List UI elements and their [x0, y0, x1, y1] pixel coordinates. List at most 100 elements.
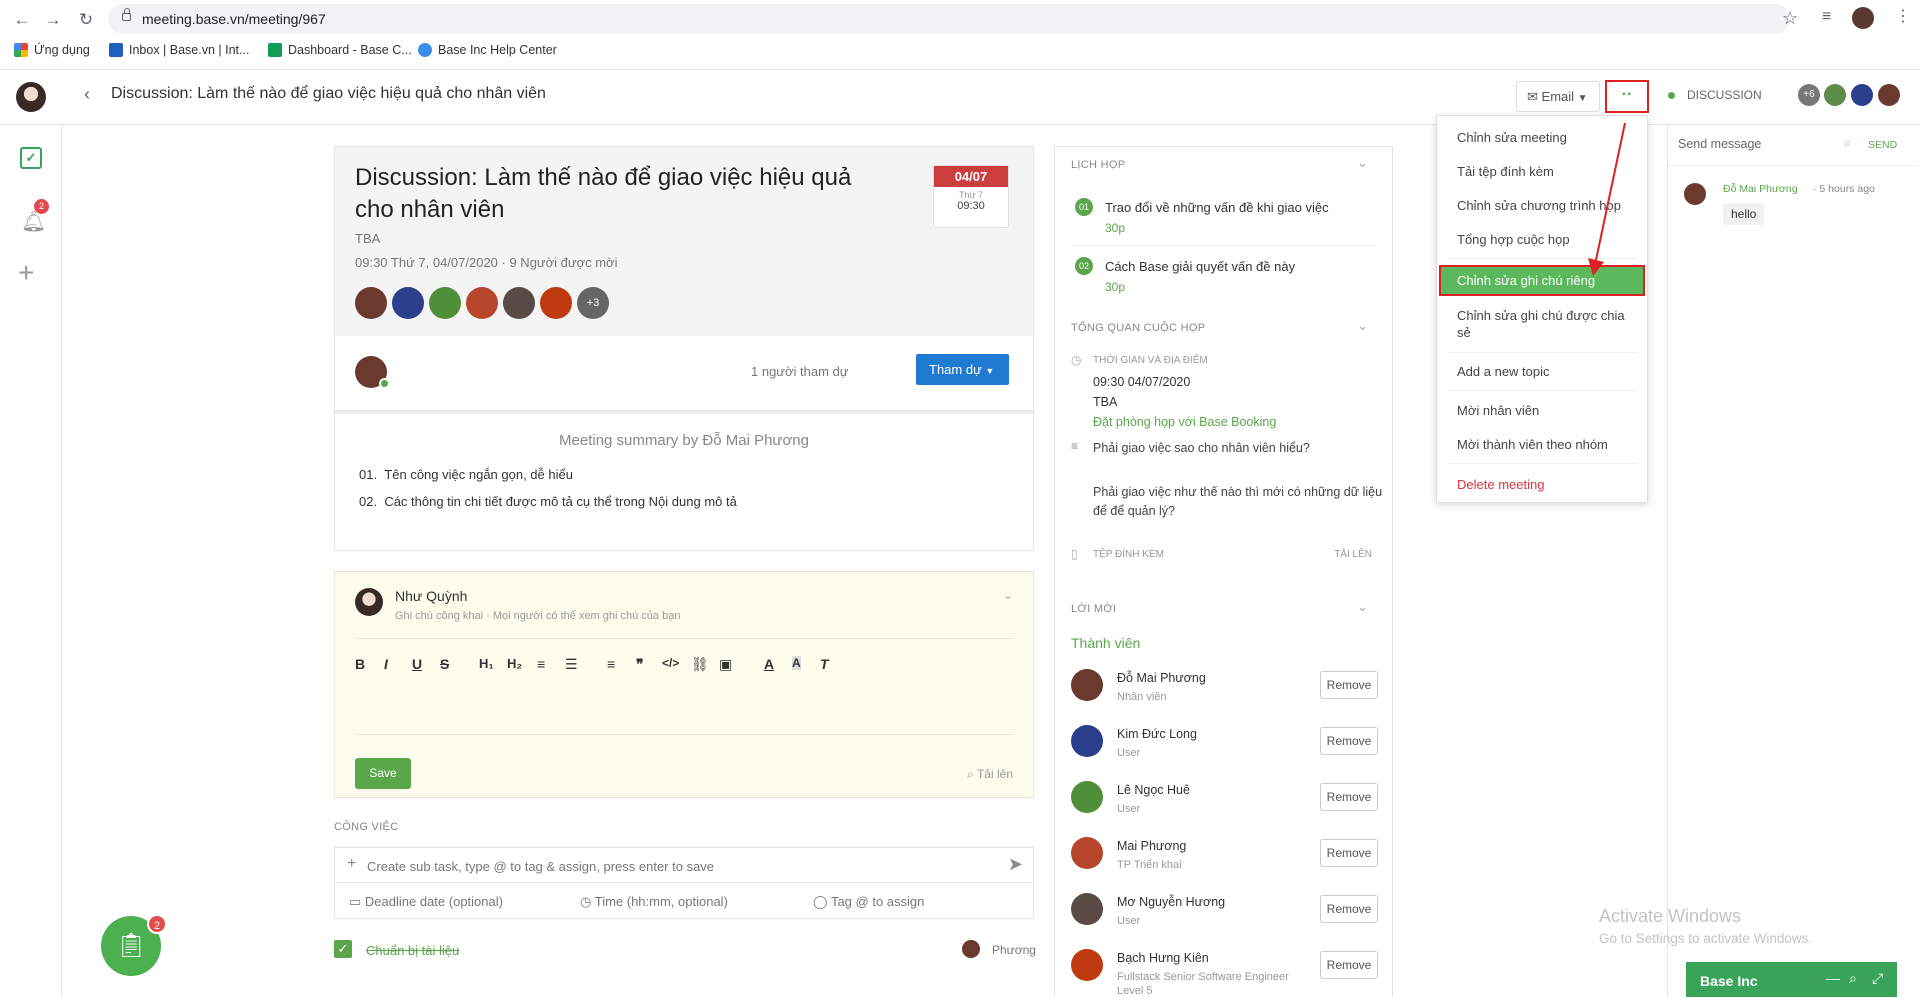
upload-link[interactable]: ⌕ Tải lên: [967, 767, 1013, 782]
highlight-icon[interactable]: A: [792, 656, 801, 670]
collapse-chevron-icon[interactable]: ⌄: [1003, 588, 1013, 602]
link-icon[interactable]: ⛓: [691, 656, 709, 673]
remove-button[interactable]: Remove: [1320, 727, 1378, 755]
menu-item-invite-group[interactable]: Mời thành viên theo nhóm: [1457, 437, 1608, 452]
more-members-badge[interactable]: +6: [1798, 84, 1820, 106]
expand-icon[interactable]: ⤢: [1872, 970, 1883, 987]
task-title[interactable]: Chuẩn bị tài liệu: [366, 943, 459, 958]
upload-label: Tải lên: [976, 767, 1013, 781]
paperclip-icon[interactable]: ⌕: [1844, 135, 1851, 151]
back-arrow-icon[interactable]: ←: [10, 8, 34, 32]
remove-button[interactable]: Remove: [1320, 839, 1378, 867]
remove-button[interactable]: Remove: [1320, 951, 1378, 979]
quote-icon[interactable]: ❞: [636, 656, 644, 673]
search-icon[interactable]: ⌕: [1849, 970, 1857, 987]
minimize-icon[interactable]: —: [1826, 970, 1840, 986]
question-text: Phải giao việc sao cho nhân viên hiểu?: [1093, 441, 1310, 455]
member-avatar[interactable]: [1824, 84, 1846, 106]
task-checkbox[interactable]: ✓: [334, 940, 352, 958]
send-arrow-icon[interactable]: ➤: [1008, 854, 1023, 875]
task-input[interactable]: + Create sub task, type @ to tag & assig…: [334, 847, 1034, 883]
menu-item-edit-meeting[interactable]: Chỉnh sửa meeting: [1457, 130, 1567, 145]
member-avatar[interactable]: [1851, 84, 1873, 106]
lock-icon: [122, 8, 131, 21]
bookmark-apps[interactable]: Ứng dụng: [14, 43, 90, 57]
align-icon[interactable]: ≡: [607, 656, 615, 672]
online-status-icon: [379, 378, 390, 389]
member-name[interactable]: Kim Đức Long: [1117, 727, 1197, 741]
image-icon[interactable]: ▣: [719, 656, 732, 673]
member-role: User: [1117, 915, 1141, 927]
remove-button[interactable]: Remove: [1320, 671, 1378, 699]
upload-link[interactable]: TẢI LÊN: [1334, 549, 1372, 560]
send-button[interactable]: SEND: [1868, 139, 1897, 151]
address-bar[interactable]: meeting.base.vn/meeting/967: [108, 4, 1790, 34]
star-icon[interactable]: ☆: [1782, 8, 1798, 29]
chat-input[interactable]: Send message: [1678, 137, 1761, 151]
mail-icon: ✉: [1527, 89, 1538, 104]
time-field[interactable]: ◷ Time (hh:mm, optional): [580, 894, 728, 910]
heading2-icon[interactable]: H₂: [507, 656, 522, 671]
remove-button[interactable]: Remove: [1320, 783, 1378, 811]
booking-link[interactable]: Đặt phòng họp với Base Booking: [1093, 415, 1276, 429]
assign-field[interactable]: ◯ Tag @ to assign: [813, 894, 924, 910]
menu-item-edit-shared-note[interactable]: Chỉnh sửa ghi chú được chia sẻ: [1457, 307, 1637, 341]
plus-icon[interactable]: +: [18, 259, 34, 287]
chat-widget-bar[interactable]: Base Inc — ⌕ ⤢: [1686, 962, 1897, 997]
reload-icon[interactable]: ↻: [74, 8, 98, 32]
deadline-field[interactable]: ▭ Deadline date (optional): [349, 894, 503, 910]
menu-item-add-topic[interactable]: Add a new topic: [1457, 364, 1550, 379]
user-avatar[interactable]: [16, 82, 46, 112]
member-name[interactable]: Mơ Nguyễn Hương: [1117, 895, 1225, 909]
bookmark-help[interactable]: Base Inc Help Center: [418, 43, 557, 57]
chrome-menu-icon[interactable]: ⋮: [1895, 6, 1911, 26]
email-dropdown[interactable]: ✉ Email ▼: [1516, 81, 1600, 112]
collapse-chevron-icon[interactable]: ⌄: [1357, 155, 1368, 171]
bullet-list-icon[interactable]: ☰: [565, 656, 578, 673]
member-name[interactable]: Mai Phương: [1117, 839, 1186, 853]
clear-format-icon[interactable]: T: [820, 656, 829, 672]
bookmark-inbox[interactable]: Inbox | Base.vn | Int...: [109, 43, 249, 57]
code-icon[interactable]: </>: [662, 656, 679, 670]
strikethrough-icon[interactable]: S: [440, 656, 449, 672]
underline-icon[interactable]: U: [412, 656, 422, 672]
italic-icon[interactable]: I: [384, 656, 388, 672]
menu-item-summary[interactable]: Tổng hợp cuộc họp: [1457, 232, 1570, 247]
back-chevron-icon[interactable]: ‹: [84, 84, 90, 105]
menu-item-invite-employee[interactable]: Mời nhân viên: [1457, 403, 1539, 418]
bold-icon[interactable]: B: [355, 656, 365, 672]
menu-item-download-attachments[interactable]: Tải tệp đính kèm: [1457, 164, 1554, 179]
text-color-icon[interactable]: A: [764, 656, 774, 672]
agenda-item-title[interactable]: Trao đổi về những vấn đề khi giao việc: [1105, 200, 1329, 215]
collapse-chevron-icon[interactable]: ⌄: [1357, 318, 1368, 334]
menu-item-delete-meeting[interactable]: Delete meeting: [1457, 477, 1544, 492]
attend-button[interactable]: Tham dự ▼: [916, 354, 1009, 385]
member-avatar[interactable]: [1878, 84, 1900, 106]
agenda-panel: LỊCH HỌP ⌄ 01 Trao đổi về những vấn đề k…: [1054, 146, 1393, 997]
ordered-list-icon[interactable]: ≡: [537, 656, 545, 672]
calendar-check-icon[interactable]: ✓: [20, 147, 42, 169]
member-role: Nhân viên: [1117, 691, 1167, 703]
heading1-icon[interactable]: H₁: [479, 656, 494, 671]
collapse-chevron-icon[interactable]: ⌄: [1357, 599, 1368, 615]
members-label: Thành viên: [1071, 635, 1141, 651]
bookmark-dashboard[interactable]: Dashboard - Base C...: [268, 43, 412, 57]
profile-avatar[interactable]: [1852, 7, 1874, 29]
remove-button[interactable]: Remove: [1320, 895, 1378, 923]
agenda-item-title[interactable]: Cách Base giải quyết vấn đề này: [1105, 259, 1295, 274]
save-button[interactable]: Save: [355, 758, 411, 789]
attendee-avatar[interactable]: [429, 287, 461, 319]
attendee-avatar[interactable]: [540, 287, 572, 319]
member-name[interactable]: Bạch Hưng Kiên: [1117, 951, 1209, 965]
list-icon: ≡: [1071, 439, 1079, 453]
member-name[interactable]: Lê Ngọc Huê: [1117, 783, 1190, 797]
attendee-avatar[interactable]: [466, 287, 498, 319]
forward-arrow-icon[interactable]: →: [41, 8, 65, 32]
media-icon[interactable]: ≡: [1822, 8, 1831, 26]
more-attendees-badge[interactable]: +3: [577, 287, 609, 319]
attendee-avatar[interactable]: [392, 287, 424, 319]
attendee-avatar[interactable]: [503, 287, 535, 319]
agenda-num-badge: 01: [1075, 198, 1093, 216]
member-name[interactable]: Đỗ Mai Phương: [1117, 671, 1206, 685]
attendee-avatar[interactable]: [355, 287, 387, 319]
